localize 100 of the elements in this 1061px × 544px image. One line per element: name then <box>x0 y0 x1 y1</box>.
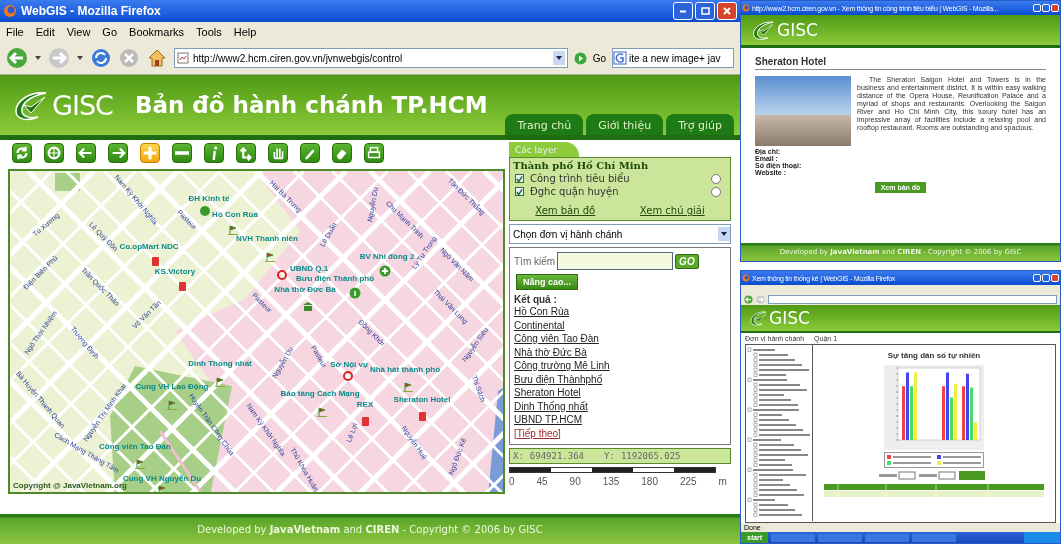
result-link[interactable]: Công viên Tao Đàn <box>514 333 726 346</box>
logo-text: GISC <box>52 89 113 121</box>
go-button[interactable]: Go <box>592 52 606 64</box>
menu-item[interactable]: View <box>66 26 91 38</box>
link[interactable]: Xem chú giải <box>639 205 705 216</box>
info-icon <box>349 287 361 299</box>
minimize-icon <box>679 9 687 13</box>
window-title: WebGIS - Mozilla Firefox <box>21 4 161 18</box>
scale-label: 225 <box>679 476 697 487</box>
pan-right-button[interactable] <box>108 143 128 163</box>
nav-tab[interactable]: Trang chủ <box>505 114 584 135</box>
result-link[interactable]: Sheraton Hotel <box>514 387 726 400</box>
logo-text: GISC <box>769 308 810 328</box>
menu-item[interactable]: Tools <box>196 26 222 38</box>
scale-label: 90 <box>569 476 581 487</box>
place-title: Sheraton Hotel <box>755 56 1046 70</box>
zoom-out-button[interactable] <box>172 143 192 163</box>
menu-item[interactable]: Edit <box>35 26 55 38</box>
maximize-button[interactable] <box>1042 274 1050 282</box>
scale-label: 135 <box>602 476 620 487</box>
address-field[interactable]: http://www2.hcm.ciren.gov.vn/jvnwebgis/control <box>174 48 568 68</box>
zoom-in-button[interactable] <box>140 143 160 163</box>
menu-item[interactable]: Bookmarks <box>129 26 185 38</box>
admin-unit-dropdown[interactable]: Chọn đơn vị hành chánh <box>509 224 731 244</box>
place-label: Nhà thờ Đức Bà <box>274 284 336 294</box>
browser-icon <box>742 4 750 12</box>
close-button[interactable] <box>1051 4 1059 12</box>
place-label: UBND Q.1 <box>289 263 329 273</box>
scale-label: 45 <box>536 476 548 487</box>
search-engine-icon[interactable] <box>613 51 627 65</box>
minimize-button[interactable] <box>673 2 693 20</box>
place-label: Co.opMart NDC <box>119 241 179 251</box>
menu-item[interactable]: Go <box>102 26 118 38</box>
layer-checkbox[interactable] <box>515 174 524 183</box>
next-page-link[interactable]: [Tiếp theo] <box>514 427 726 440</box>
route-button[interactable] <box>236 143 256 163</box>
zoom-in-icon <box>141 144 159 162</box>
place-label: Bưu điện Thành phố <box>295 273 375 283</box>
browser-icon <box>3 4 17 18</box>
nav-tab[interactable]: Giới thiệu <box>586 114 664 135</box>
search-field[interactable]: ite a new image+ jav <box>612 48 734 68</box>
eraser-button[interactable] <box>332 143 352 163</box>
caret-icon[interactable] <box>76 54 84 62</box>
flag-icon <box>214 375 226 387</box>
coordinate-label: X: <box>513 451 524 461</box>
result-link[interactable]: Bưu điện Thànhphố <box>514 373 726 386</box>
layer-label: Đghc quận huyện <box>530 186 619 197</box>
tree-icon <box>199 205 211 217</box>
result-link[interactable]: Dinh Thống nhất <box>514 400 726 413</box>
result-link[interactable]: Nhà thờ Đức Bà <box>514 346 726 359</box>
page-icon <box>177 52 189 64</box>
place-label: ĐH Kinh tế <box>188 193 230 203</box>
home-icon[interactable] <box>146 47 168 69</box>
print-button[interactable] <box>364 143 384 163</box>
link[interactable]: Xem bản đồ <box>535 205 596 216</box>
pencil-button[interactable] <box>300 143 320 163</box>
flag-icon <box>227 223 239 235</box>
maximize-icon <box>699 5 711 17</box>
result-link[interactable]: UBND TP.HCM <box>514 414 726 427</box>
pan-button[interactable] <box>268 143 288 163</box>
result-link[interactable]: Continental <box>514 319 726 332</box>
info-button[interactable] <box>204 143 224 163</box>
dropdown-icon[interactable] <box>718 227 730 241</box>
place-label: Sheraton Hotel <box>393 394 451 404</box>
place-label: Nhà hát thành phố <box>369 364 441 374</box>
minimize-button[interactable] <box>1033 274 1041 282</box>
globe-button[interactable] <box>44 143 64 163</box>
logo-icon <box>749 309 769 327</box>
menu-item[interactable]: File <box>6 26 24 38</box>
place-label: KS.Victory <box>154 266 196 276</box>
caret-icon[interactable] <box>34 54 42 62</box>
reload-icon[interactable] <box>90 47 112 69</box>
globe-icon <box>45 144 63 162</box>
layer-checkbox[interactable] <box>515 187 524 196</box>
pan-left-button[interactable] <box>76 143 96 163</box>
result-link[interactable]: Hồ Con Rùa <box>514 306 726 319</box>
flag-icon <box>156 483 168 492</box>
address-field[interactable] <box>768 294 1057 304</box>
place-label: Hồ Con Rùa <box>212 209 258 219</box>
search-input[interactable] <box>557 252 674 270</box>
back-arrow-icon[interactable] <box>744 294 753 304</box>
close-button[interactable] <box>1051 274 1059 282</box>
dropdown-icon[interactable] <box>552 51 565 65</box>
place-label: Sở Nội vụ <box>330 359 368 369</box>
maximize-button[interactable] <box>695 2 715 20</box>
menu-item[interactable]: Help <box>233 26 257 38</box>
copyright-text: Copyright @ JavaVietnam.org <box>13 481 127 490</box>
shopping-bag-icon <box>416 410 428 422</box>
shopping-bag-icon <box>149 255 161 267</box>
cross-icon <box>379 265 391 277</box>
nav-tab[interactable]: Trợ giúp <box>666 114 734 135</box>
refresh-button[interactable] <box>12 143 32 163</box>
place-label: NVH Thanh niên <box>236 233 298 243</box>
layer-radio[interactable] <box>711 173 721 184</box>
minimize-button[interactable] <box>1033 4 1041 12</box>
layer-radio[interactable] <box>711 186 721 197</box>
maximize-button[interactable] <box>1042 4 1050 12</box>
result-link[interactable]: Công trường Mê Linh <box>514 360 726 373</box>
close-button[interactable] <box>717 2 737 20</box>
scale-label: 180 <box>641 476 658 487</box>
